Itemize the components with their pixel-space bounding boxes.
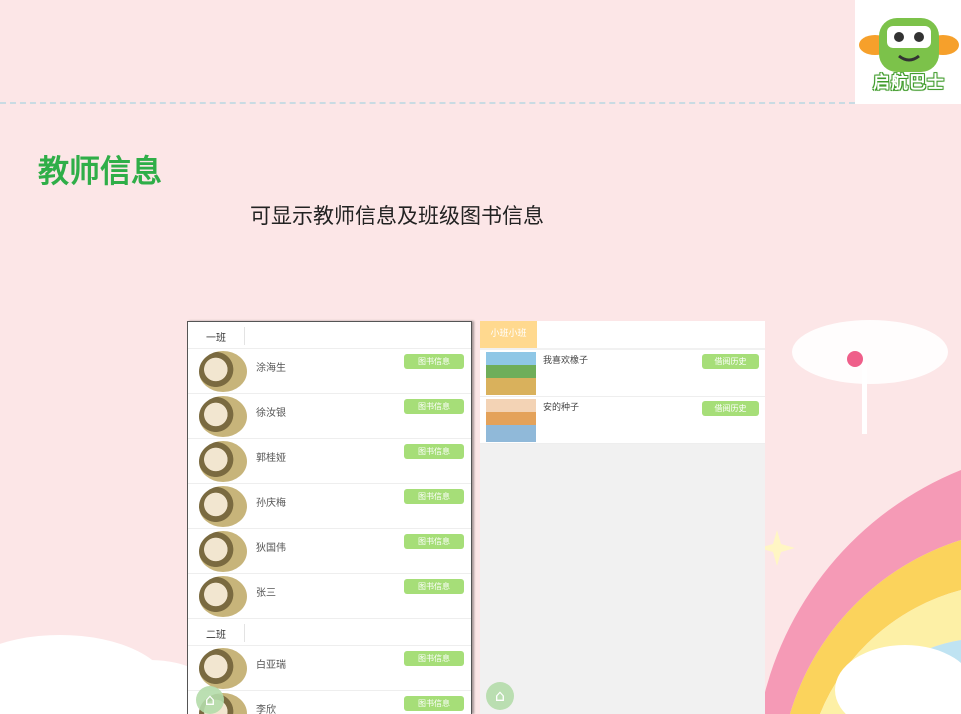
logo: 启航巴士: [855, 0, 961, 104]
book-info-button[interactable]: 图书信息: [404, 579, 464, 594]
class-tabbar: 小班小班: [480, 321, 765, 348]
teacher-name: 李欣: [256, 705, 276, 714]
teacher-row[interactable]: 张三 图书信息: [188, 574, 471, 619]
book-info-button[interactable]: 图书信息: [404, 444, 464, 459]
book-info-button[interactable]: 图书信息: [404, 489, 464, 504]
class-header: 二班: [188, 619, 471, 646]
teacher-name: 孙庆梅: [256, 498, 286, 509]
divider: [244, 624, 245, 642]
borrow-history-button[interactable]: 借阅历史: [702, 401, 759, 416]
book-cover: [486, 352, 536, 395]
teacher-name: 白亚瑞: [256, 660, 286, 671]
teacher-row[interactable]: 孙庆梅 图书信息: [188, 484, 471, 529]
teacher-name: 狄国伟: [256, 543, 286, 554]
avatar: [199, 531, 247, 572]
page-subtitle: 可显示教师信息及班级图书信息: [250, 204, 544, 228]
class-name: 一班: [206, 333, 226, 344]
book-row[interactable]: 安的种子 借阅历史: [480, 397, 765, 444]
teacher-name: 涂海生: [256, 363, 286, 374]
book-info-button[interactable]: 图书信息: [404, 399, 464, 414]
book-info-button[interactable]: 图书信息: [404, 354, 464, 369]
avatar: [199, 486, 247, 527]
teacher-row[interactable]: 郭桂娅 图书信息: [188, 439, 471, 484]
book-info-button[interactable]: 图书信息: [404, 651, 464, 666]
book-list: 我喜欢橡子 借阅历史 安的种子 借阅历史: [480, 350, 765, 444]
tab-class[interactable]: 小班小班: [480, 321, 537, 348]
borrow-history-button[interactable]: 借阅历史: [702, 354, 759, 369]
book-cover: [486, 399, 536, 442]
logo-text: 启航巴士: [873, 73, 945, 93]
avatar: [199, 396, 247, 437]
class-books-panel: 小班小班 我喜欢橡子 借阅历史 安的种子 借阅历史 ⌂: [480, 321, 765, 714]
teacher-row[interactable]: 涂海生 图书信息: [188, 349, 471, 394]
page-title: 教师信息: [38, 154, 162, 190]
teacher-row[interactable]: 白亚瑞 图书信息: [188, 646, 471, 691]
book-info-button[interactable]: 图书信息: [404, 534, 464, 549]
teacher-name: 郭桂娅: [256, 453, 286, 464]
teacher-name: 张三: [256, 588, 276, 599]
book-title: 我喜欢橡子: [543, 356, 589, 366]
class-name: 二班: [206, 630, 226, 641]
divider: [244, 327, 245, 345]
teacher-row[interactable]: 狄国伟 图书信息: [188, 529, 471, 574]
teacher-row[interactable]: 李欣 图书信息: [188, 691, 471, 714]
book-title: 安的种子: [543, 403, 580, 413]
class-header: 一班: [188, 322, 471, 349]
teacher-row[interactable]: 徐汝银 图书信息: [188, 394, 471, 439]
home-icon[interactable]: ⌂: [196, 686, 224, 714]
avatar: [199, 351, 247, 392]
teacher-list-panel: 一班 涂海生 图书信息 徐汝银 图书信息 郭桂娅 图书信息 孙庆梅 图书信息 狄…: [187, 321, 472, 714]
book-info-button[interactable]: 图书信息: [404, 696, 464, 711]
book-row[interactable]: 我喜欢橡子 借阅历史: [480, 350, 765, 397]
home-icon[interactable]: ⌂: [486, 682, 514, 710]
avatar: [199, 648, 247, 689]
header-divider: [0, 102, 855, 104]
avatar: [199, 441, 247, 482]
avatar: [199, 576, 247, 617]
teacher-name: 徐汝银: [256, 408, 286, 419]
